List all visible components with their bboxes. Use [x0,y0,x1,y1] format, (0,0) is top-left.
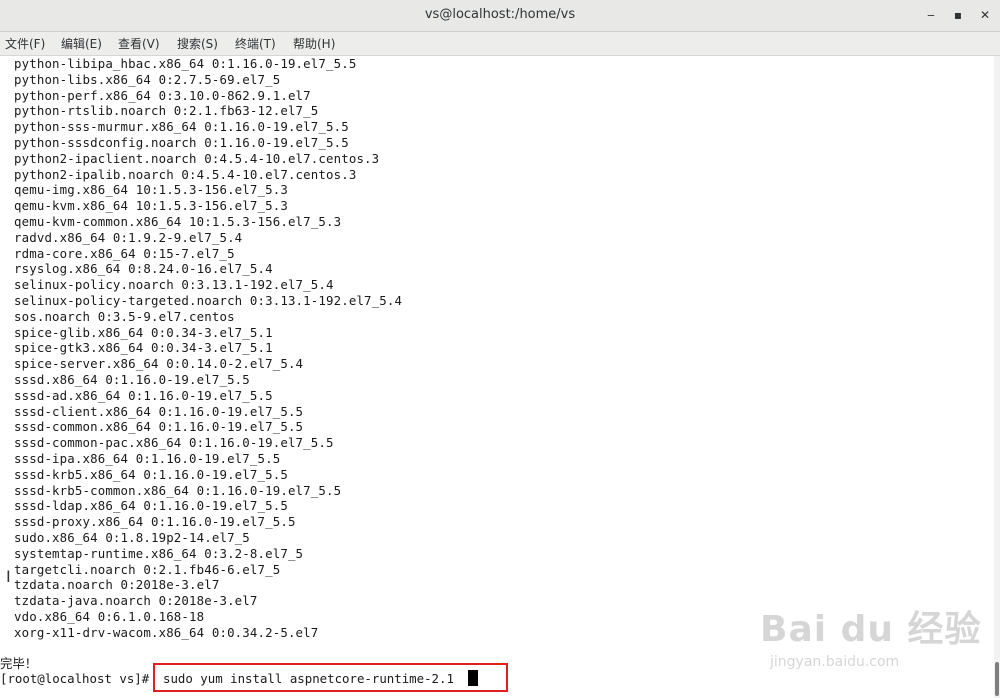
terminal-line: sssd-krb5-common.x86_64 0:1.16.0-19.el7_… [14,482,342,498]
scrollbar-thumb[interactable] [995,662,999,696]
terminal-line: selinux-policy.noarch 0:3.13.1-192.el7_5… [14,277,334,293]
minimize-button[interactable]: ‒ [920,4,942,26]
menu-search[interactable]: 搜索(S) [177,35,218,52]
terminal-line: vdo.x86_64 0:6.1.0.168-18 [14,609,205,624]
menu-view[interactable]: 查看(V) [118,35,160,52]
terminal-line: spice-gtk3.x86_64 0:0.34-3.el7_5.1 [14,340,273,356]
maximize-button[interactable]: ▪ [947,4,969,26]
menu-terminal[interactable]: 终端(T) [235,35,276,52]
watermark: Bai du 经验 jingyan.baidu.com [760,600,982,670]
close-button[interactable]: ✕ [974,4,996,26]
terminal-line: systemtap-runtime.x86_64 0:3.2-8.el7_5 [14,545,304,561]
window-titlebar[interactable]: vs@localhost:/home/vs ‒ ▪ ✕ [0,0,1000,32]
terminal-line: sos.noarch 0:3.5-9.el7.centos [14,308,235,324]
terminal-line: sssd-ad.x86_64 0:1.16.0-19.el7_5.5 [14,387,273,403]
menu-file[interactable]: 文件(F) [5,35,45,52]
terminal-line: python2-ipaclient.noarch 0:4.5.4-10.el7.… [14,150,380,166]
terminal-line: spice-glib.x86_64 0:0.34-3.el7_5.1 [14,324,273,340]
terminal-line: python-libs.x86_64 0:2.7.5-69.el7_5 [14,71,281,87]
terminal-line: python-rtslib.noarch 0:2.1.fb63-12.el7_5 [14,103,319,119]
terminal-line: python2-ipalib.noarch 0:4.5.4-10.el7.cen… [14,166,357,182]
terminal-line: selinux-policy-targeted.noarch 0:3.13.1-… [14,293,403,308]
terminal-line: qemu-img.x86_64 10:1.5.3-156.el7_5.3 [14,182,288,198]
command-highlight-box [153,663,508,692]
terminal-line: sssd-proxy.x86_64 0:1.16.0-19.el7_5.5 [14,514,296,530]
terminal-line: xorg-x11-drv-wacom.x86_64 0:0.34.2-5.el7 [14,624,319,640]
terminal-line: targetcli.noarch 0:2.1.fb46-6.el7_5 [14,561,281,577]
watermark-logo: Bai du 经验 [760,609,982,650]
terminal-line: rsyslog.x86_64 0:8.24.0-16.el7_5.4 [14,261,273,277]
terminal-line: sssd.x86_64 0:1.16.0-19.el7_5.5 [14,372,250,387]
terminal-line: python-sssdconfig.noarch 0:1.16.0-19.el7… [14,135,349,150]
mouse-ibeam-icon: Ⅰ [6,567,11,586]
terminal-line: tzdata-java.noarch 0:2018e-3.el7 [14,593,258,609]
terminal-line: sudo.x86_64 0:1.8.19p2-14.el7_5 [14,530,250,545]
terminal-line: sssd-common.x86_64 0:1.16.0-19.el7_5.5 [14,419,304,435]
terminal-line: python-perf.x86_64 0:3.10.0-862.9.1.el7 [14,87,311,103]
terminal-line: sssd-ldap.x86_64 0:1.16.0-19.el7_5.5 [14,498,288,514]
terminal-line: python-sss-murmur.x86_64 0:1.16.0-19.el7… [14,119,349,135]
terminal-line: rdma-core.x86_64 0:15-7.el7_5 [14,245,235,261]
watermark-url: jingyan.baidu.com [770,654,900,670]
terminal-line: qemu-kvm-common.x86_64 10:1.5.3-156.el7_… [14,214,342,229]
done-message: 完毕！ [0,656,38,671]
menu-help[interactable]: 帮助(H) [293,35,335,52]
menu-bar: 文件(F) 编辑(E) 查看(V) 搜索(S) 终端(T) 帮助(H) [0,32,1000,56]
terminal-line: sssd-ipa.x86_64 0:1.16.0-19.el7_5.5 [14,451,281,466]
terminal-line: radvd.x86_64 0:1.9.2-9.el7_5.4 [14,229,243,245]
terminal-line: sssd-client.x86_64 0:1.16.0-19.el7_5.5 [14,403,304,419]
shell-prompt: [root@localhost vs]# [0,671,150,686]
terminal-line: spice-server.x86_64 0:0.14.0-2.el7_5.4 [14,356,304,372]
terminal-line: tzdata.noarch 0:2018e-3.el7 [14,577,220,593]
terminal-line: sssd-common-pac.x86_64 0:1.16.0-19.el7_5… [14,435,334,451]
scrollbar-track[interactable] [994,56,1000,698]
terminal-line: python-libipa_hbac.x86_64 0:1.16.0-19.el… [14,56,357,71]
terminal-line: qemu-kvm.x86_64 10:1.5.3-156.el7_5.3 [14,198,288,214]
window-title: vs@localhost:/home/vs [424,7,576,22]
menu-edit[interactable]: 编辑(E) [61,35,102,52]
terminal-line: sssd-krb5.x86_64 0:1.16.0-19.el7_5.5 [14,466,288,482]
